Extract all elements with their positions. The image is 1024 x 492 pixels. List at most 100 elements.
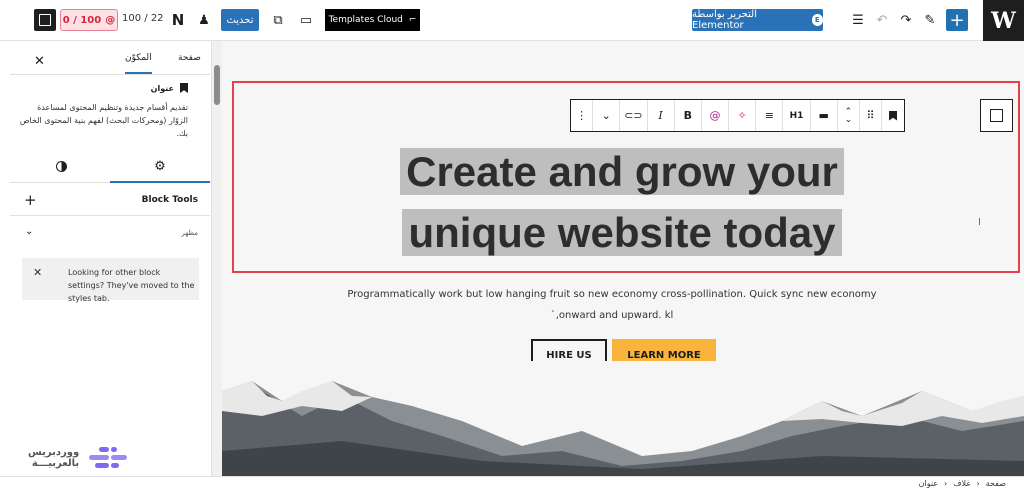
bookmark-icon: [180, 83, 188, 93]
view-page-button[interactable]: ⧉: [268, 8, 288, 32]
notion-icon: N: [171, 11, 185, 29]
list-view-icon: ☰: [852, 12, 864, 28]
heading-text[interactable]: Create and grow your unique website toda…: [362, 141, 882, 263]
appearance-label: مظهر: [181, 229, 198, 237]
undo-icon: ↶: [876, 12, 888, 28]
templates-cloud-button[interactable]: Templates Cloud ⌐: [325, 9, 420, 31]
block-description: تقديم أقسام جديدة وتنظيم المحتوى لمساعدة…: [19, 103, 188, 138]
mention-button[interactable]: @: [702, 100, 730, 131]
notice-text: Looking for other block settings? They'v…: [68, 268, 195, 303]
brand-text-line2: بالعربيـــة: [31, 458, 80, 469]
plus-icon: +: [949, 9, 965, 31]
more-options-button[interactable]: ⋮: [571, 100, 594, 131]
breadcrumb-item[interactable]: عنوان: [919, 479, 938, 488]
pencil-icon: ✎: [924, 12, 936, 28]
block-inserter-toggle[interactable]: [980, 99, 1013, 132]
bookmark-icon: [889, 110, 898, 121]
list-view-button[interactable]: ☰: [848, 8, 868, 32]
block-tools-label: Block Tools: [141, 195, 198, 205]
close-icon[interactable]: ✕: [34, 54, 45, 69]
align-button[interactable]: ≡: [756, 100, 784, 131]
settings-sidebar: ✕ المكوّن صفحة عنوان تقديم أقسام جديدة و…: [0, 41, 212, 476]
mountain-background-image: [222, 361, 1024, 476]
move-arrows-icon: ⌃ ⌄: [844, 106, 853, 125]
inspector-tabs: ⚙: [10, 151, 210, 183]
scrollbar-thumb[interactable]: [214, 65, 220, 105]
chevron-left-icon: ‹: [944, 479, 948, 488]
word-counter: 100 / 22: [122, 13, 164, 24]
chevron-down-icon: ⌄: [601, 109, 611, 122]
templates-cloud-label: Templates Cloud: [328, 15, 403, 25]
external-link-icon: ⧉: [273, 12, 283, 28]
close-icon[interactable]: ✕: [33, 266, 42, 279]
heading-line2: unique website today: [402, 209, 842, 256]
breadcrumb-item[interactable]: صفحة: [986, 479, 1006, 488]
tab-page[interactable]: صفحة: [178, 53, 201, 63]
block-name: عنوان: [150, 83, 174, 93]
settings-tab-gear-icon[interactable]: ⚙: [110, 151, 210, 183]
drag-handle[interactable]: ⠿: [860, 100, 883, 131]
editor-canvas: ⋮ ⌄ ⊂⊃ I B @ ✧ ≡ H1 ▬ ⌃ ⌄ ⠿ Create and gr…: [222, 41, 1024, 476]
block-editor: W + ✎ ↷ ↶ ☰ التحرير بواسطة Elementor E T…: [0, 0, 1024, 492]
sidebar-toggle-button[interactable]: [34, 9, 56, 31]
sidebar-scrollbar[interactable]: [212, 41, 222, 476]
align-center-icon: ≡: [764, 109, 774, 122]
block-toolbar: ⋮ ⌄ ⊂⊃ I B @ ✧ ≡ H1 ▬ ⌃ ⌄ ⠿: [570, 99, 905, 132]
breadcrumb: صفحة ‹ غلاف ‹ عنوان: [919, 479, 1006, 488]
elementor-icon: E: [811, 14, 823, 26]
user-plugin-button[interactable]: ♟: [194, 8, 214, 32]
breadcrumb-bar: صفحة ‹ غلاف ‹ عنوان: [0, 476, 1024, 492]
update-button[interactable]: تحديث: [221, 9, 259, 31]
text-cursor-icon: I: [978, 217, 981, 228]
block-type-switcher[interactable]: [882, 100, 904, 131]
seo-score-value: 0 / 100: [62, 14, 102, 26]
redo-icon: ↷: [900, 12, 912, 28]
notion-button[interactable]: N: [168, 8, 188, 32]
undo-button[interactable]: ↶: [872, 8, 892, 32]
redo-button[interactable]: ↷: [896, 8, 916, 32]
ai-button[interactable]: ✧: [729, 100, 757, 131]
desktop-icon: ▭: [299, 12, 313, 28]
at-sign-icon: @: [709, 109, 721, 122]
add-block-button[interactable]: +: [946, 9, 968, 31]
link-button[interactable]: ⊂⊃: [620, 100, 648, 131]
wordpress-arabic-logo: ووردبريس بالعربيـــة: [28, 443, 131, 473]
heading-level-label: H1: [789, 110, 804, 121]
top-toolbar: W + ✎ ↷ ↶ ☰ التحرير بواسطة Elementor E T…: [0, 0, 1024, 41]
breadcrumb-item[interactable]: غلاف: [953, 479, 970, 488]
chevron-down-icon[interactable]: ⌄: [25, 226, 33, 237]
sidebar-tabs: ✕ المكوّن صفحة: [10, 45, 210, 75]
at-sign-icon: @: [105, 14, 116, 26]
drag-handle-icon: ⠿: [866, 109, 875, 122]
more-formats-button[interactable]: ⌄: [593, 100, 621, 131]
tab-block[interactable]: المكوّن: [125, 53, 152, 74]
appearance-panel[interactable]: ⌄ مظهر: [10, 217, 210, 249]
bold-label: B: [683, 109, 692, 122]
italic-button[interactable]: I: [648, 100, 675, 131]
preview-device-button[interactable]: ▭: [296, 8, 316, 32]
brand-text-line1: ووردبريس: [28, 447, 80, 458]
chevron-left-icon: ‹: [976, 479, 980, 488]
block-tools-panel[interactable]: + Block Tools: [10, 184, 210, 216]
brand-text: ووردبريس بالعربيـــة: [28, 447, 79, 469]
styles-tab-contrast-icon[interactable]: [56, 161, 67, 172]
seo-score-badge[interactable]: 0 / 100 @: [60, 9, 118, 31]
plus-icon[interactable]: +: [24, 191, 37, 209]
hero-paragraph[interactable]: Programmatically work but low hanging fr…: [342, 284, 882, 326]
templates-cloud-icon: ⌐: [408, 15, 417, 25]
link-icon: ⊂⊃: [624, 109, 643, 122]
edit-with-elementor-button[interactable]: التحرير بواسطة Elementor E: [692, 9, 823, 31]
heading-line1: Create and grow your: [400, 148, 844, 195]
block-align-button[interactable]: ▬: [811, 100, 838, 131]
heading-level-button[interactable]: H1: [783, 100, 811, 131]
bold-button[interactable]: B: [675, 100, 702, 131]
tools-button[interactable]: ✎: [920, 8, 940, 32]
italic-label: I: [658, 109, 663, 122]
elementor-button-label: التحرير بواسطة Elementor: [692, 9, 757, 31]
wordpress-logo[interactable]: W: [983, 0, 1024, 41]
brand-mark-icon: [85, 443, 131, 473]
user-icon: ♟: [198, 12, 210, 28]
block-title-row: عنوان: [151, 83, 188, 93]
block-align-icon: ▬: [818, 109, 829, 122]
move-block-button[interactable]: ⌃ ⌄: [838, 100, 860, 131]
